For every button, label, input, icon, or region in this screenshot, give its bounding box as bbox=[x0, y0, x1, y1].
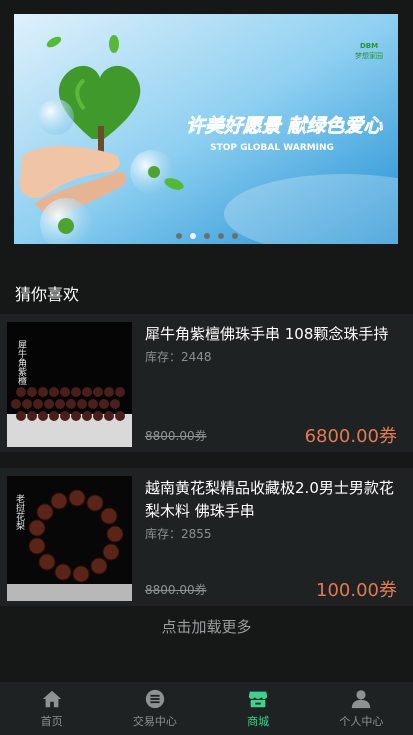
person-icon bbox=[352, 690, 371, 709]
product-original-price: 8800.00券 bbox=[145, 583, 207, 597]
banner-pagination[interactable] bbox=[0, 233, 413, 239]
svg-text:梦想家园: 梦想家园 bbox=[355, 51, 383, 60]
product-price: 100.00券 bbox=[316, 580, 397, 601]
tab-personal-center[interactable]: 个人中心 bbox=[310, 682, 413, 735]
banner-image: 许美好愿景 献绿色爱心 STOP GLOBAL WARMING DBM 梦想家园 bbox=[14, 14, 398, 244]
svg-text:老挝花梨: 老挝花梨 bbox=[14, 493, 25, 531]
promo-banner[interactable]: 许美好愿景 献绿色爱心 STOP GLOBAL WARMING DBM 梦想家园 bbox=[14, 14, 398, 244]
product-stock: 库存：2855 bbox=[145, 527, 212, 541]
product-title[interactable]: 犀牛角紫檀佛珠手串 108颗念珠手持 bbox=[145, 323, 407, 346]
product-card[interactable]: 犀牛角紫檀 犀牛角紫檀佛珠手串 108颗念珠手持 库存：2448 8800.00… bbox=[0, 314, 413, 452]
product-card[interactable]: 老挝花梨 越南黄花梨精品收藏极2.0男士男款花梨木料 佛珠手串 库存：2855 … bbox=[0, 468, 413, 606]
product-original-price: 8800.00券 bbox=[145, 429, 207, 443]
shop-icon bbox=[248, 691, 268, 708]
svg-text:许美好愿景 献绿色爱心: 许美好愿景 献绿色爱心 bbox=[186, 115, 384, 137]
product-title[interactable]: 越南黄花梨精品收藏极2.0男士男款花梨木料 佛珠手串 bbox=[145, 477, 407, 523]
tab-label: 首页 bbox=[40, 715, 63, 728]
list-circle-icon bbox=[145, 689, 165, 709]
pagination-dot[interactable] bbox=[231, 233, 238, 239]
pagination-dot[interactable] bbox=[175, 233, 182, 239]
pagination-dot[interactable] bbox=[189, 233, 196, 239]
tab-label: 商城 bbox=[247, 715, 270, 728]
tab-label: 交易中心 bbox=[132, 715, 177, 728]
svg-text:DBM: DBM bbox=[360, 42, 378, 50]
product-stock: 库存：2448 bbox=[145, 350, 212, 364]
tab-mall[interactable]: 商城 bbox=[207, 682, 310, 735]
svg-text:STOP GLOBAL WARMING: STOP GLOBAL WARMING bbox=[210, 143, 334, 153]
tab-trading-center[interactable]: 交易中心 bbox=[103, 682, 206, 735]
pagination-dot[interactable] bbox=[203, 233, 210, 239]
tab-home[interactable]: 首页 bbox=[0, 682, 103, 735]
svg-text:犀牛角紫檀: 犀牛角紫檀 bbox=[16, 340, 27, 386]
load-more-button[interactable]: 点击加载更多 bbox=[0, 616, 413, 637]
product-image: 老挝花梨 bbox=[7, 476, 132, 601]
section-title: 猜你喜欢 bbox=[15, 285, 80, 304]
tab-label: 个人中心 bbox=[339, 715, 384, 728]
product-image: 犀牛角紫檀 bbox=[7, 322, 132, 447]
home-icon bbox=[42, 690, 61, 708]
bottom-tab-bar: 首页 交易中心 商城 个人中心 bbox=[0, 682, 413, 735]
pagination-dot[interactable] bbox=[217, 233, 224, 239]
product-price: 6800.00券 bbox=[304, 426, 397, 447]
